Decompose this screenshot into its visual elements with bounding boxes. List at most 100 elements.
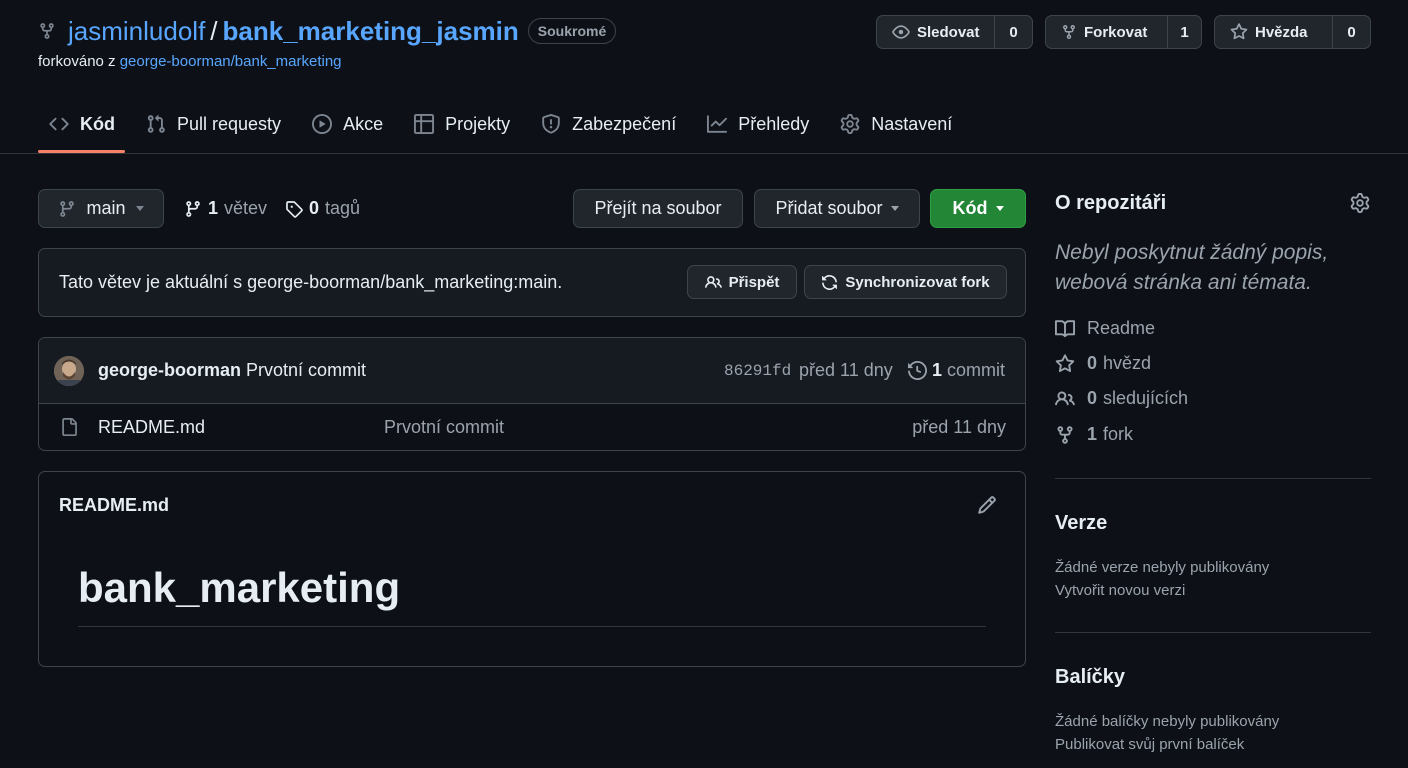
stars-count: 0 bbox=[1087, 353, 1098, 373]
people-icon bbox=[704, 274, 722, 291]
branch-select-button[interactable]: main bbox=[38, 189, 164, 228]
file-name-link[interactable]: README.md bbox=[98, 417, 205, 438]
star-icon bbox=[1055, 353, 1075, 374]
releases-empty-text: Žádné verze nebyly publikovány bbox=[1055, 559, 1270, 576]
star-button[interactable]: Hvězda 0 bbox=[1214, 15, 1371, 49]
commit-count: 1 bbox=[932, 360, 943, 380]
code-button[interactable]: Kód bbox=[930, 189, 1026, 228]
add-file-label: Přidat soubor bbox=[775, 198, 883, 218]
people-icon bbox=[1055, 389, 1075, 409]
commit-author-link[interactable]: george-boorman bbox=[98, 360, 241, 380]
readme-link[interactable]: Readme bbox=[1055, 318, 1155, 339]
repo-path-separator: / bbox=[210, 15, 218, 46]
watchers-link[interactable]: 0 sledujících bbox=[1055, 388, 1188, 409]
create-release-link[interactable]: Vytvořit novou verzi bbox=[1055, 582, 1185, 599]
file-list: george-boorman Prvotní commit 86291fd př… bbox=[38, 337, 1026, 451]
readme-heading: bank_marketing bbox=[78, 564, 401, 611]
contribute-button[interactable]: Přispět bbox=[687, 265, 797, 299]
heading-divider bbox=[78, 626, 986, 627]
tags-count: 0 bbox=[309, 198, 320, 218]
fork-count: 1 bbox=[1180, 23, 1189, 41]
forks-link[interactable]: 1 fork bbox=[1055, 424, 1133, 445]
branches-link[interactable]: 1 větev bbox=[184, 198, 267, 219]
forked-from-link[interactable]: george-boorman/bank_marketing bbox=[120, 53, 342, 70]
readme-box: README.md bank_marketing bbox=[38, 471, 1026, 667]
watch-label: Sledovat bbox=[917, 23, 980, 41]
star-count: 0 bbox=[1347, 23, 1356, 41]
file-commit-time: před 11 dny bbox=[912, 417, 1006, 437]
graph-icon bbox=[707, 114, 728, 134]
file-commit-message-link[interactable]: Prvotní commit bbox=[384, 417, 504, 438]
repo-title: jasminludolf / bank_marketing_jasmin Sou… bbox=[38, 15, 617, 47]
watchers-label: sledujících bbox=[1103, 388, 1189, 408]
repo-name-link[interactable]: bank_marketing_jasmin bbox=[223, 16, 519, 47]
forks-count: 1 bbox=[1087, 424, 1098, 444]
watch-count: 0 bbox=[1009, 23, 1018, 41]
commit-summary: george-boorman Prvotní commit bbox=[98, 360, 366, 381]
contribute-label: Přispět bbox=[728, 273, 780, 291]
fork-button[interactable]: Forkovat 1 bbox=[1045, 15, 1202, 49]
sync-icon bbox=[821, 274, 838, 291]
commit-count-label: commit bbox=[947, 360, 1006, 380]
pencil-icon[interactable] bbox=[977, 495, 997, 515]
branches-count: 1 bbox=[208, 198, 219, 218]
readme-filename: README.md bbox=[59, 495, 170, 515]
code-button-label: Kód bbox=[952, 198, 988, 218]
go-to-file-button[interactable]: Přejít na soubor bbox=[573, 189, 743, 228]
chevron-down-icon bbox=[995, 206, 1004, 211]
repo-forked-icon bbox=[1055, 425, 1075, 445]
sidebar-divider bbox=[1055, 478, 1371, 479]
sync-fork-button[interactable]: Synchronizovat fork bbox=[804, 265, 1007, 299]
repo-description: Nebyl poskytnut žádný popis, webová strá… bbox=[1055, 241, 1329, 294]
eye-icon bbox=[892, 23, 910, 41]
fork-sync-status-box: Tato větev je aktuální s george-boorman/… bbox=[38, 248, 1026, 317]
latest-commit-row: george-boorman Prvotní commit 86291fd př… bbox=[39, 338, 1025, 404]
tab-insights[interactable]: Přehledy bbox=[696, 104, 827, 144]
branches-label: větev bbox=[224, 198, 268, 218]
branch-name: main bbox=[86, 198, 126, 218]
avatar[interactable] bbox=[54, 356, 84, 386]
watchers-count: 0 bbox=[1087, 388, 1098, 408]
forked-prefix: forkováno z bbox=[38, 53, 116, 70]
repo-nav: Kód Pull requesty Akce Projekty Zabezpeč… bbox=[38, 104, 972, 154]
commit-time: před 11 dny bbox=[799, 360, 893, 380]
watch-button[interactable]: Sledovat 0 bbox=[876, 15, 1033, 49]
commit-message-link[interactable]: Prvotní commit bbox=[246, 360, 366, 380]
repo-owner-link[interactable]: jasminludolf bbox=[68, 16, 205, 47]
tab-label: Kód bbox=[80, 113, 115, 134]
visibility-badge: Soukromé bbox=[527, 18, 617, 44]
gear-icon bbox=[840, 114, 860, 134]
table-icon bbox=[414, 114, 435, 134]
gear-icon[interactable] bbox=[1350, 193, 1370, 213]
tags-link[interactable]: 0 tagů bbox=[285, 198, 360, 219]
tab-actions[interactable]: Akce bbox=[301, 104, 401, 144]
tab-settings[interactable]: Nastavení bbox=[829, 104, 970, 144]
chevron-down-icon bbox=[135, 206, 144, 211]
sync-fork-label: Synchronizovat fork bbox=[845, 273, 990, 291]
tab-pull-requests[interactable]: Pull requesty bbox=[135, 104, 299, 144]
tab-label: Nastavení bbox=[871, 113, 953, 134]
commit-history-link[interactable]: 1 commit bbox=[908, 360, 1005, 381]
publish-package-link[interactable]: Publikovat svůj první balíček bbox=[1055, 736, 1244, 753]
book-icon bbox=[1055, 319, 1075, 339]
stars-link[interactable]: 0 hvězd bbox=[1055, 353, 1151, 374]
tab-security[interactable]: Zabezpečení bbox=[530, 104, 694, 144]
chevron-down-icon bbox=[890, 206, 899, 211]
readme-label: Readme bbox=[1087, 318, 1156, 338]
tab-label: Akce bbox=[343, 113, 384, 134]
fork-label: Forkovat bbox=[1084, 23, 1148, 41]
about-title: O repozitáři bbox=[1055, 192, 1167, 214]
code-icon bbox=[49, 114, 69, 134]
nav-divider bbox=[0, 153, 1408, 154]
repo-forked-icon bbox=[38, 21, 56, 41]
table-row[interactable]: README.md Prvotní commit před 11 dny bbox=[39, 404, 1025, 450]
releases-title: Verze bbox=[1055, 512, 1108, 534]
add-file-button[interactable]: Přidat soubor bbox=[754, 189, 920, 228]
tab-code[interactable]: Kód bbox=[38, 104, 133, 144]
commit-sha-link[interactable]: 86291fd bbox=[724, 362, 791, 380]
packages-title: Balíčky bbox=[1055, 666, 1126, 688]
forks-label: fork bbox=[1103, 424, 1134, 444]
forked-from-line: forkováno z george-boorman/bank_marketin… bbox=[38, 53, 342, 70]
star-label: Hvězda bbox=[1255, 23, 1308, 41]
tab-projects[interactable]: Projekty bbox=[403, 104, 528, 144]
